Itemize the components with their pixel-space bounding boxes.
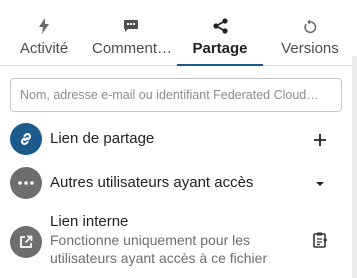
tab-label: Activité <box>19 40 69 57</box>
clipboard-icon <box>313 232 328 248</box>
tab-comments[interactable]: Comment… <box>88 0 174 66</box>
chevron-down-icon <box>316 182 324 186</box>
comment-icon <box>88 18 174 34</box>
share-search-input[interactable] <box>10 78 342 112</box>
tab-activity[interactable]: Activité <box>10 0 78 66</box>
internal-link-title: Lien interne <box>50 213 129 230</box>
internal-link-row: Lien interne Fonctionne uniquement pour … <box>10 212 340 272</box>
scrollbar[interactable] <box>352 56 357 278</box>
dots-icon <box>10 167 42 199</box>
add-share-link-button[interactable] <box>308 128 332 152</box>
tab-label: Partage <box>192 40 248 57</box>
plus-icon <box>314 134 326 146</box>
open-in-new-icon <box>10 226 42 258</box>
expand-others-button[interactable] <box>308 172 332 196</box>
internal-link-subtitle: Fonctionne uniquement pour les utilisate… <box>50 232 268 266</box>
share-icon <box>177 18 263 34</box>
link-icon <box>10 123 42 155</box>
others-with-access-title: Autres utilisateurs ayant accès <box>50 174 254 191</box>
tab-label: Versions <box>281 40 339 57</box>
share-link-row: Lien de partage <box>10 122 340 156</box>
tab-label: Comment… <box>92 40 173 57</box>
tab-sharing[interactable]: Partage <box>177 0 263 66</box>
copy-internal-link-button[interactable] <box>308 228 332 252</box>
lightning-icon <box>10 18 78 34</box>
share-link-title: Lien de partage <box>50 130 155 147</box>
others-with-access-row[interactable]: Autres utilisateurs ayant accès <box>10 166 340 200</box>
tab-versions[interactable]: Versions <box>268 0 352 66</box>
history-icon <box>268 18 352 34</box>
sidebar-tabs: Activité Comment… Partage Versions <box>0 0 352 66</box>
